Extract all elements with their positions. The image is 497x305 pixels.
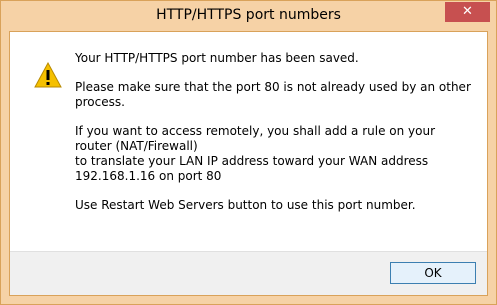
- message-line-translate: to translate your LAN IP address toward …: [75, 154, 429, 183]
- message-line-router: If you want to access remotely, you shal…: [75, 124, 436, 153]
- dialog-window: HTTP/HTTPS port numbers ✕ Your HTTP/HTTP…: [0, 0, 497, 305]
- close-button[interactable]: ✕: [445, 2, 490, 22]
- button-bar: OK: [10, 251, 487, 295]
- message-area: Your HTTP/HTTPS port number has been sav…: [75, 51, 475, 227]
- warning-icon: [34, 62, 62, 88]
- title-bar[interactable]: HTTP/HTTPS port numbers ✕: [1, 1, 496, 31]
- message-line-remote: If you want to access remotely, you shal…: [75, 124, 475, 184]
- message-line-saved: Your HTTP/HTTPS port number has been sav…: [75, 51, 359, 65]
- window-title: HTTP/HTTPS port numbers: [156, 7, 341, 23]
- message-line-restart: Use Restart Web Servers button to use th…: [75, 198, 416, 212]
- message-line-port-check: Please make sure that the port 80 is not…: [75, 80, 471, 109]
- dialog-content: Your HTTP/HTTPS port number has been sav…: [9, 31, 488, 296]
- ok-button[interactable]: OK: [390, 262, 476, 284]
